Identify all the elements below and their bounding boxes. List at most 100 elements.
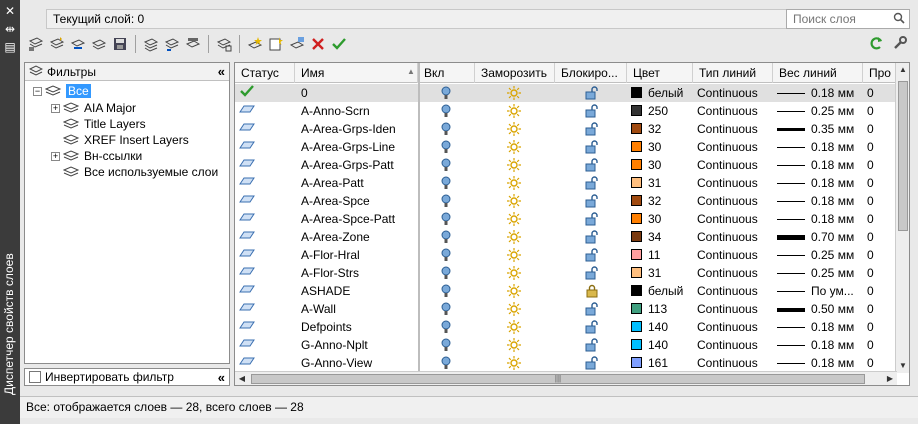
layer-name[interactable]: Defpoints [301, 318, 418, 336]
layer-color[interactable]: 32 [631, 192, 693, 210]
settings-icon[interactable] [890, 33, 910, 53]
layer-name[interactable]: ASHADE [301, 282, 418, 300]
layer-status-icon[interactable] [239, 102, 295, 120]
linetype[interactable]: Continuous [697, 318, 773, 336]
layer-row[interactable]: A-Area-Grps-Iden 32 Continuous 0.35 мм 0 [235, 120, 897, 138]
layer-status-icon[interactable] [239, 138, 295, 156]
scroll-left-arrow[interactable]: ◀ [235, 372, 249, 385]
layer-walk-icon[interactable] [141, 34, 161, 54]
lock-open-icon[interactable] [585, 246, 605, 264]
layer-status-icon[interactable] [239, 228, 295, 246]
layer-status-icon[interactable] [239, 300, 295, 318]
lock-open-icon[interactable] [585, 318, 605, 336]
freeze-sun-icon[interactable] [507, 120, 527, 138]
linetype[interactable]: Continuous [697, 138, 773, 156]
lineweight[interactable]: 0.35 мм [777, 120, 863, 138]
transparency-value[interactable]: 0 [867, 318, 897, 336]
lock-closed-icon[interactable] [585, 282, 605, 300]
tree-expander[interactable]: − [33, 86, 42, 96]
autohide-icon[interactable]: ⇹ [3, 22, 17, 36]
lock-open-icon[interactable] [585, 120, 605, 138]
lock-open-icon[interactable] [585, 174, 605, 192]
on-bulb-icon[interactable] [440, 336, 460, 354]
transparency-value[interactable]: 0 [867, 102, 897, 120]
lock-open-icon[interactable] [585, 156, 605, 174]
freeze-sun-icon[interactable] [507, 336, 527, 354]
layer-name[interactable]: A-Area-Spce [301, 192, 418, 210]
lock-open-icon[interactable] [585, 336, 605, 354]
layer-status-icon[interactable] [239, 354, 295, 372]
horizontal-scroll-thumb[interactable]: ||| [251, 374, 865, 384]
on-bulb-icon[interactable] [440, 300, 460, 318]
lock-open-icon[interactable] [585, 228, 605, 246]
lock-open-icon[interactable] [585, 300, 605, 318]
on-bulb-icon[interactable] [440, 138, 460, 156]
freeze-sun-icon[interactable] [507, 138, 527, 156]
linetype[interactable]: Continuous [697, 102, 773, 120]
new-group-filter-icon[interactable] [47, 34, 67, 54]
layer-name[interactable]: G-Anno-View [301, 354, 418, 372]
on-bulb-icon[interactable] [440, 246, 460, 264]
layer-color[interactable]: 140 [631, 318, 693, 336]
linetype[interactable]: Continuous [697, 210, 773, 228]
freeze-sun-icon[interactable] [507, 102, 527, 120]
column-header[interactable]: Заморозить [475, 63, 555, 83]
layer-row[interactable]: A-Area-Spce 32 Continuous 0.18 мм 0 [235, 192, 897, 210]
on-bulb-icon[interactable] [440, 318, 460, 336]
delete-layer-icon[interactable] [308, 34, 328, 54]
lineweight[interactable]: 0.18 мм [777, 354, 863, 372]
on-bulb-icon[interactable] [440, 282, 460, 300]
transparency-value[interactable]: 0 [867, 336, 897, 354]
layer-color[interactable]: 31 [631, 264, 693, 282]
linetype[interactable]: Continuous [697, 174, 773, 192]
layer-name[interactable]: A-Anno-Scrn [301, 102, 418, 120]
lineweight[interactable]: 0.25 мм [777, 264, 863, 282]
scroll-down-arrow[interactable]: ▼ [896, 359, 909, 373]
layer-name[interactable]: A-Flor-Hral [301, 246, 418, 264]
refresh-icon[interactable] [866, 33, 886, 53]
collapse-filter-pane-button[interactable]: « [218, 64, 225, 79]
layer-status-icon[interactable] [239, 156, 295, 174]
transparency-value[interactable]: 0 [867, 300, 897, 318]
layer-row[interactable]: G-Anno-Nplt 140 Continuous 0.18 мм 0 [235, 336, 897, 354]
transparency-value[interactable]: 0 [867, 246, 897, 264]
layer-color[interactable]: 31 [631, 174, 693, 192]
layer-name[interactable]: A-Area-Patt [301, 174, 418, 192]
transparency-value[interactable]: 0 [867, 156, 897, 174]
layer-states-manager-icon[interactable] [89, 34, 109, 54]
transparency-value[interactable]: 0 [867, 138, 897, 156]
layer-color[interactable]: 140 [631, 336, 693, 354]
layer-color[interactable]: 34 [631, 228, 693, 246]
lock-open-icon[interactable] [585, 192, 605, 210]
linetype[interactable]: Continuous [697, 156, 773, 174]
filter-tree-item[interactable]: − Все [33, 83, 91, 99]
layer-name[interactable]: A-Wall [301, 300, 418, 318]
transparency-value[interactable]: 0 [867, 174, 897, 192]
layer-status-icon[interactable] [239, 192, 295, 210]
scroll-up-arrow[interactable]: ▲ [896, 63, 909, 77]
layer-name[interactable]: 0 [301, 84, 418, 102]
column-header[interactable]: Про [863, 63, 897, 83]
layer-row[interactable]: A-Anno-Scrn 250 Continuous 0.25 мм 0 [235, 102, 897, 120]
lineweight[interactable]: 0.18 мм [777, 192, 863, 210]
new-layer-icon[interactable] [245, 34, 265, 54]
freeze-sun-icon[interactable] [507, 264, 527, 282]
layer-status-icon[interactable] [239, 264, 295, 282]
filter-tree-item[interactable]: XREF Insert Layers [51, 132, 189, 148]
transparency-value[interactable]: 0 [867, 354, 897, 372]
lineweight[interactable]: 0.18 мм [777, 210, 863, 228]
on-bulb-icon[interactable] [440, 264, 460, 282]
linetype[interactable]: Continuous [697, 336, 773, 354]
lock-open-icon[interactable] [585, 354, 605, 372]
search-icon[interactable] [893, 12, 905, 27]
layer-color[interactable]: 250 [631, 102, 693, 120]
lineweight[interactable]: 0.18 мм [777, 138, 863, 156]
lineweight[interactable]: По ум... [777, 282, 863, 300]
column-header[interactable]: Статус [235, 63, 295, 83]
frozen-column-divider[interactable] [418, 63, 420, 385]
linetype[interactable]: Continuous [697, 300, 773, 318]
vp-layer-icon[interactable] [287, 34, 307, 54]
layer-row[interactable]: A-Area-Spce-Patt 30 Continuous 0.18 мм 0 [235, 210, 897, 228]
freeze-sun-icon[interactable] [507, 156, 527, 174]
layer-name[interactable]: A-Area-Grps-Line [301, 138, 418, 156]
